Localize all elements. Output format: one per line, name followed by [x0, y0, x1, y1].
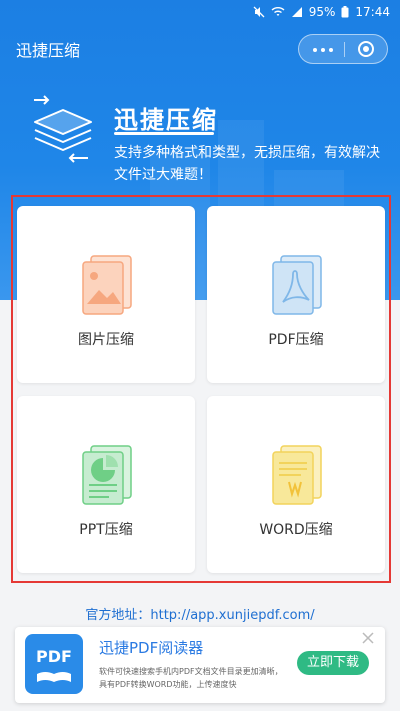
- battery-icon: [341, 6, 349, 18]
- card-label: 图片压缩: [78, 332, 134, 348]
- hero-description: 支持多种格式和类型，无损压缩，有效解决文件过大难题！: [114, 145, 380, 183]
- ppt-compress-card[interactable]: PPT压缩: [17, 396, 195, 573]
- battery-percent: 95%: [308, 5, 336, 19]
- hero-title: 迅捷压缩: [114, 106, 218, 134]
- mute-icon: [253, 6, 265, 18]
- official-site-link[interactable]: 官方地址：http://app.xunjiepdf.com/: [0, 604, 400, 623]
- status-bar: 95% 17:44: [0, 0, 400, 26]
- more-icon[interactable]: [313, 48, 333, 52]
- app-icon-text: PDF: [36, 647, 72, 666]
- word-compress-card[interactable]: WORD压缩: [207, 396, 385, 573]
- hero-underline: [114, 132, 214, 135]
- image-compress-card[interactable]: 图片压缩: [17, 206, 195, 383]
- nav-bar: 迅捷压缩: [0, 26, 400, 70]
- download-button[interactable]: 立即下载: [297, 651, 369, 675]
- compress-logo-icon: [34, 95, 92, 163]
- clock: 17:44: [355, 5, 390, 19]
- card-label: PPT压缩: [79, 522, 133, 538]
- ad-banner[interactable]: PDF 迅捷PDF阅读器 软件可快速搜索手机内PDF文档文件目录更加清晰，具有P…: [15, 627, 385, 703]
- pdf-file-icon: [272, 255, 322, 315]
- app-icon: PDF: [25, 634, 83, 694]
- wifi-icon: [271, 7, 285, 16]
- image-file-icon: [82, 255, 132, 315]
- pdf-compress-card[interactable]: PDF压缩: [207, 206, 385, 383]
- card-label: PDF压缩: [268, 332, 324, 348]
- mini-program-capsule: [298, 34, 388, 64]
- card-label: WORD压缩: [259, 522, 333, 538]
- nav-title: 迅捷压缩: [16, 41, 81, 60]
- close-icon[interactable]: [361, 631, 375, 645]
- ad-title: 迅捷PDF阅读器: [99, 639, 204, 657]
- signal-icon: [291, 7, 302, 17]
- capsule-divider: [344, 42, 345, 57]
- ppt-file-icon: [82, 445, 132, 505]
- ad-description: 软件可快速搜索手机内PDF文档文件目录更加清晰，具有PDF转换WORD功能，上传…: [99, 667, 283, 689]
- close-target-icon[interactable]: [358, 41, 374, 57]
- word-file-icon: [272, 445, 322, 505]
